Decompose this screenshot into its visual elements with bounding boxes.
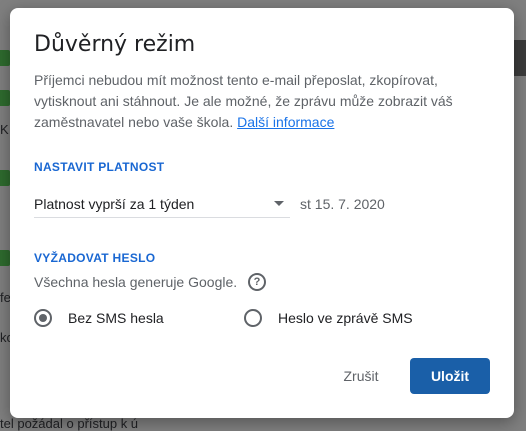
password-section-label: VYŽADOVAT HESLO <box>34 251 156 265</box>
label-chip <box>0 90 10 106</box>
caret-down-icon <box>274 201 284 206</box>
radio-label: Heslo ve zprávě SMS <box>278 310 413 326</box>
dialog-title: Důvěrný režim <box>34 32 196 57</box>
expiry-selected-value: Platnost vyprší za 1 týden <box>34 196 195 212</box>
password-hint: Všechna hesla generuje Google. <box>34 274 238 290</box>
confidential-mode-dialog: Důvěrný režim Příjemci nebudou mít možno… <box>10 8 514 418</box>
radio-button-unchecked[interactable] <box>244 309 262 327</box>
expiry-date: st 15. 7. 2020 <box>300 196 385 212</box>
label-chip <box>0 170 10 186</box>
dialog-description: Příjemci nebudou mít možnost tento e-mai… <box>34 70 490 133</box>
label-chip <box>0 250 10 266</box>
background-text: K <box>0 122 9 137</box>
learn-more-link[interactable]: Další informace <box>237 114 334 130</box>
label-chip <box>0 50 10 66</box>
radio-button-checked[interactable] <box>34 309 52 327</box>
background-text: tel požádal o přístup k ú <box>0 416 139 431</box>
save-button[interactable]: Uložit <box>410 358 490 394</box>
background-toolbar <box>514 40 526 76</box>
expiry-section-label: NASTAVIT PLATNOST <box>34 160 165 174</box>
radio-label: Bez SMS hesla <box>68 310 164 326</box>
question-circle-icon[interactable]: ? <box>248 273 266 291</box>
cancel-button[interactable]: Zrušit <box>330 358 392 394</box>
expiry-dropdown[interactable]: Platnost vyprší za 1 týden <box>34 188 290 218</box>
